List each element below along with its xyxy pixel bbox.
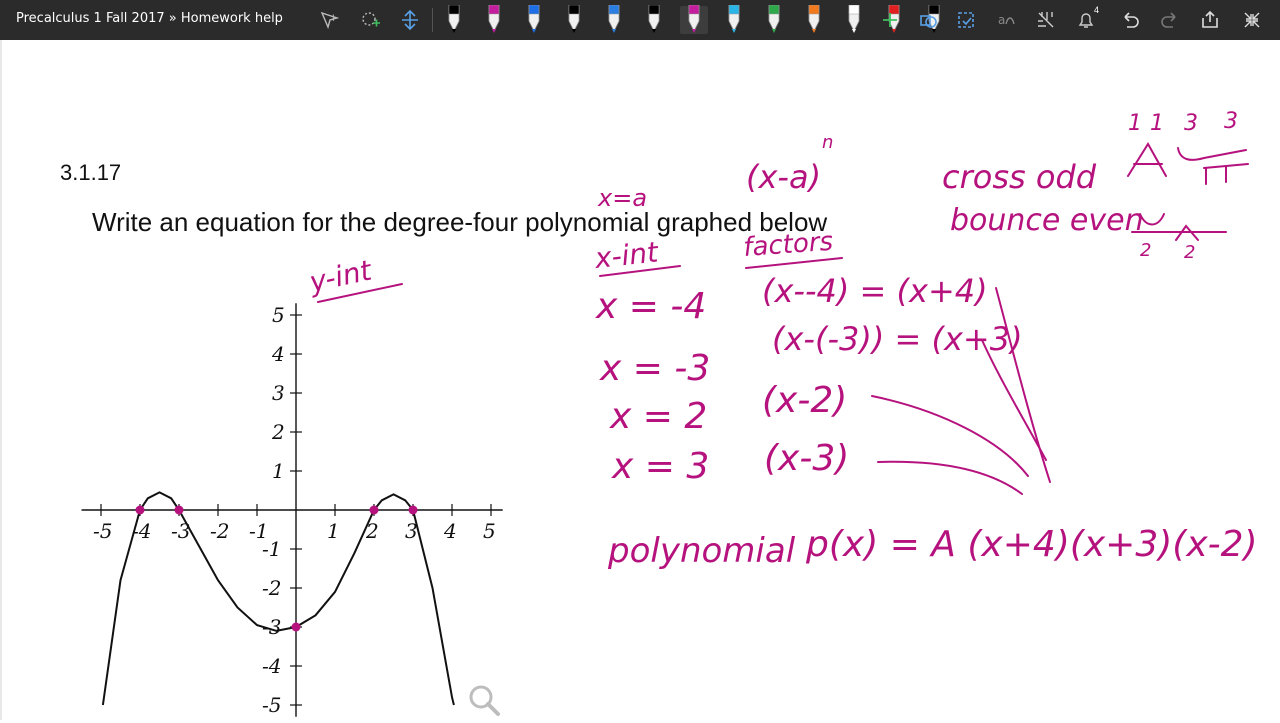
ink-connector: [981, 339, 1047, 461]
zoom-icon[interactable]: [466, 682, 502, 723]
pen-8-icon[interactable]: [720, 5, 748, 34]
y-tick-label: 2: [271, 420, 285, 444]
title-bar: Precalculus 1 Fall 2017 » Homework help …: [0, 0, 1280, 40]
ink-y-int: y-int: [306, 253, 376, 299]
undo-icon[interactable]: [1116, 6, 1144, 34]
shapes-icon[interactable]: [914, 6, 942, 34]
problem-number: 3.1.17: [60, 160, 122, 185]
ink-mult-4: 3: [1224, 109, 1238, 134]
intercept-point: [174, 505, 184, 515]
notification-icon[interactable]: 4: [1074, 5, 1102, 34]
ink-polynomial-label: polynomial: [607, 531, 796, 571]
ink-root-2: x = -3: [599, 348, 710, 389]
pen-10-icon[interactable]: [800, 5, 828, 34]
ink-bounce-even: bounce even: [950, 203, 1144, 238]
pen-5-icon[interactable]: [600, 5, 628, 34]
ink-factor-2: (x-(-3)) = (x+3): [772, 320, 1023, 358]
y-tick-label: -4: [262, 654, 281, 678]
ink-bounce-mult-1: 2: [1140, 240, 1151, 261]
polynomial-graph: -5 -4 -3 -2 -1 1 2 3 4 554321-1-2-3-4-5: [81, 303, 503, 717]
y-tick-label: 4: [271, 342, 285, 366]
y-tick-label: -5: [262, 693, 281, 717]
x-tick-label: 1: [327, 519, 340, 543]
ink-connector: [877, 460, 1023, 495]
intercept-point: [369, 505, 379, 515]
ink-factor-1: (x--4) = (x+4): [762, 272, 988, 310]
text-select-icon[interactable]: I: [316, 6, 344, 34]
page-title: Precalculus 1 Fall 2017 » Homework help: [16, 11, 283, 26]
ink-factor-3: (x-2): [762, 380, 847, 421]
ink-to-math-icon[interactable]: a: [992, 6, 1020, 34]
y-tick-label: 3: [272, 381, 285, 405]
ink-underline: [745, 257, 843, 269]
redo-icon[interactable]: [1156, 6, 1184, 34]
ink-root-1: x = -4: [595, 286, 706, 327]
add-space-icon[interactable]: [396, 6, 424, 34]
ink-root-3: x = 2: [609, 396, 707, 437]
share-icon[interactable]: [1196, 6, 1224, 34]
x-tick-label: -5: [93, 519, 112, 543]
x-tick-label: 4: [443, 519, 457, 543]
exit-fullscreen-icon[interactable]: [1238, 6, 1266, 34]
pen-7-icon[interactable]: [680, 5, 708, 34]
x-tick-label: 2: [365, 519, 379, 543]
ink-factor-form: (x-a): [746, 158, 821, 196]
lasso-add-icon[interactable]: [356, 6, 384, 34]
ink-cross-odd: cross odd: [942, 158, 1097, 196]
pen-6-icon[interactable]: [640, 5, 668, 34]
add-pen-icon[interactable]: [876, 6, 904, 34]
x-tick-label: -2: [210, 519, 229, 543]
ink-root-4: x = 3: [611, 446, 709, 487]
pen-1-icon[interactable]: [440, 5, 468, 34]
ink-mult-2: 1: [1150, 111, 1164, 136]
y-tick-label: 5: [272, 303, 285, 327]
pen-2-icon[interactable]: [480, 5, 508, 34]
ruler-icon[interactable]: [1032, 6, 1060, 34]
ink-mult-3: 3: [1184, 111, 1198, 136]
ink-exponent: n: [822, 132, 833, 153]
x-tick-label: -3: [171, 519, 190, 543]
intercept-point: [135, 505, 145, 515]
ink-cross-sketch: [1127, 142, 1249, 185]
pen-4-icon[interactable]: [560, 5, 588, 34]
page-margin: [0, 40, 2, 720]
pen-11-icon[interactable]: [840, 5, 868, 34]
ink-connector: [995, 287, 1051, 483]
lasso-select-icon[interactable]: [952, 6, 980, 34]
ink-bounce-mult-2: 2: [1184, 242, 1195, 263]
problem-text: Write an equation for the degree-four po…: [92, 207, 828, 237]
ink-connector: [871, 395, 1029, 477]
ink-mult-1: 1: [1128, 111, 1142, 136]
y-tick-label: -1: [262, 537, 281, 561]
ink-factor-4: (x-3): [764, 438, 849, 479]
pen-9-icon[interactable]: [760, 5, 788, 34]
notification-count: 4: [1094, 5, 1100, 15]
svg-text:a: a: [998, 13, 1005, 27]
y-tick-label: 1: [272, 459, 285, 483]
ink-bounce-sketch: [1131, 213, 1227, 241]
x-tick-label: 5: [483, 519, 496, 543]
pen-3-icon[interactable]: [520, 5, 548, 34]
y-tick-label: -2: [262, 576, 281, 600]
ink-x-int: x-int: [592, 235, 660, 275]
svg-text:I: I: [332, 14, 335, 24]
ink-underline: [599, 265, 681, 277]
intercept-point: [291, 622, 301, 632]
ink-polynomial-equation: p(x) = A (x+4)(x+3)(x-2): [805, 524, 1258, 565]
intercept-point: [408, 505, 418, 515]
